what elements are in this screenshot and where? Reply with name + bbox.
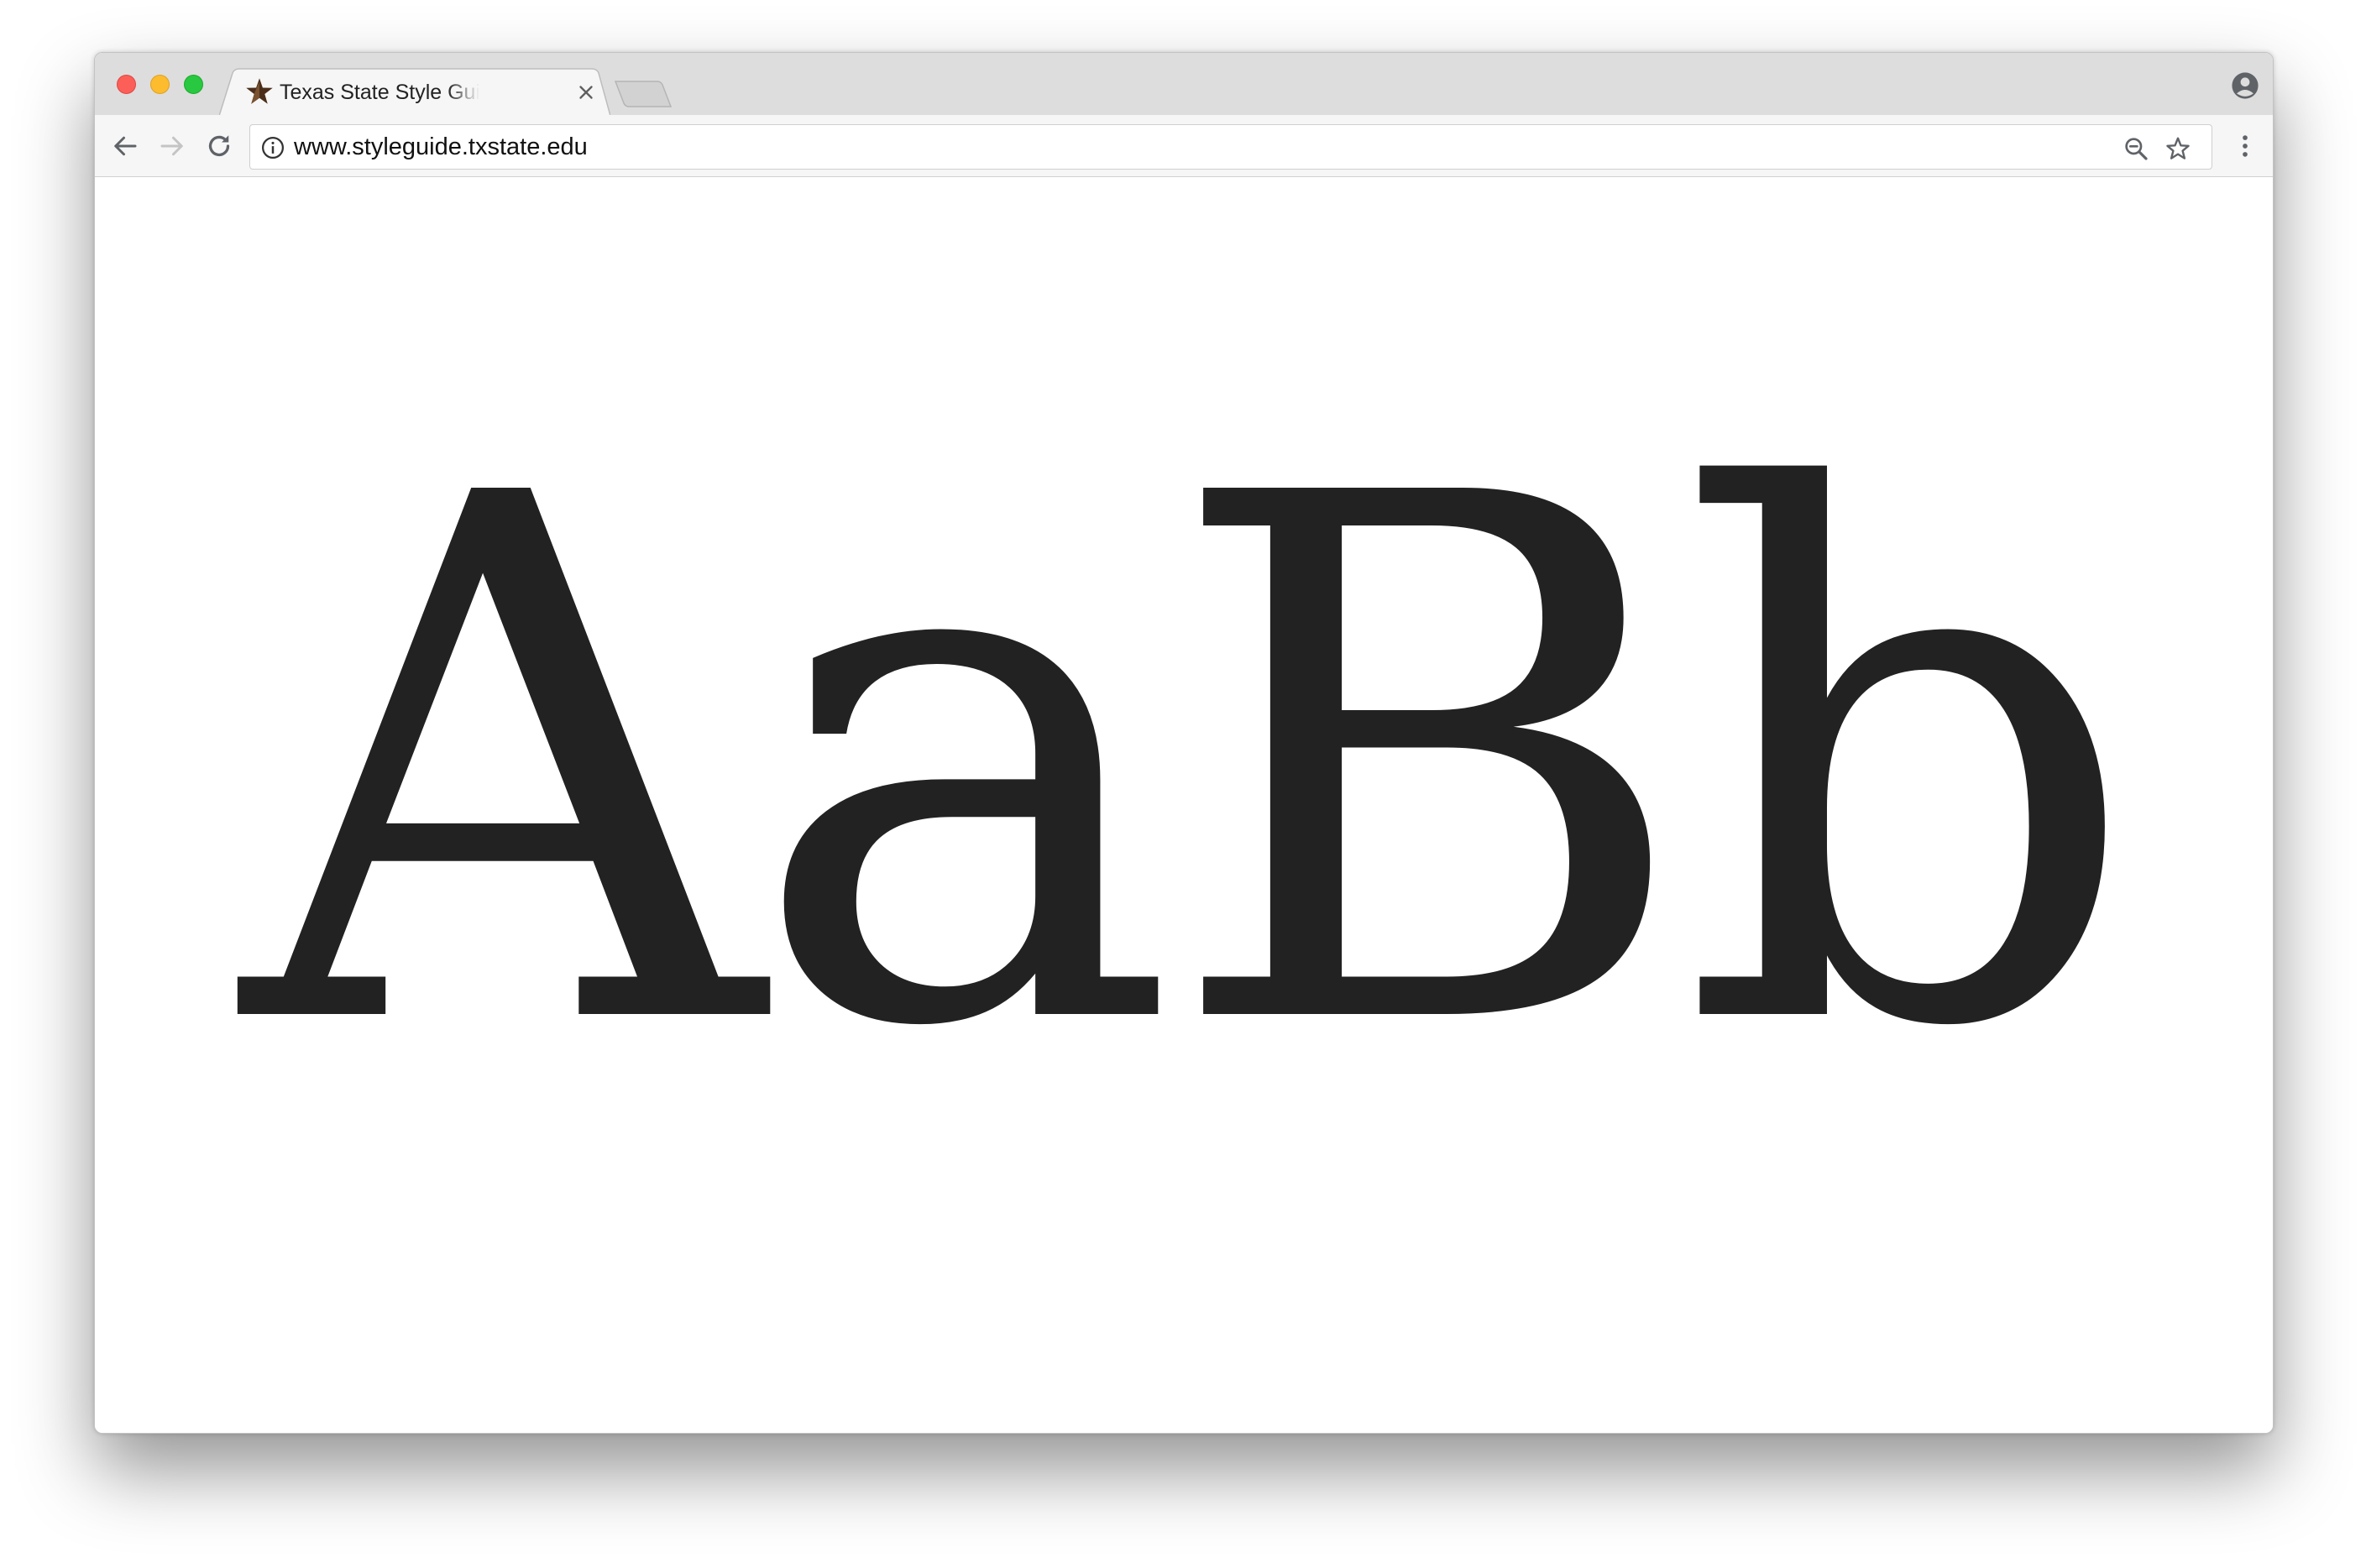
maximize-window-button[interactable]	[184, 75, 203, 94]
more-menu-icon[interactable]	[2231, 132, 2259, 160]
info-icon[interactable]	[260, 135, 285, 160]
close-window-button[interactable]	[117, 75, 136, 94]
zoom-out-icon[interactable]	[2123, 135, 2149, 162]
close-tab-icon[interactable]	[575, 81, 597, 103]
star-favicon-icon	[246, 78, 273, 104]
back-arrow-icon[interactable]	[110, 131, 140, 161]
url-text[interactable]: www.styleguide.txstate.edu	[294, 125, 588, 169]
profile-avatar-icon[interactable]	[2231, 71, 2259, 100]
tab-strip: Texas State Style Guide : Texas State Un…	[95, 53, 2273, 117]
minimize-window-button[interactable]	[150, 75, 170, 94]
type-specimen: AaBb	[241, 344, 2141, 1184]
bookmark-star-icon[interactable]	[2164, 135, 2191, 162]
tab-title: Texas State Style Guide : Texas State Un…	[280, 81, 479, 104]
reload-icon[interactable]	[204, 131, 234, 161]
new-tab-button[interactable]	[614, 80, 673, 108]
page-viewport: AaBb	[95, 177, 2273, 1433]
address-bar[interactable]: www.styleguide.txstate.edu	[249, 124, 2212, 170]
browser-window: Texas State Style Guide : Texas State Un…	[94, 52, 2274, 1434]
browser-toolbar: www.styleguide.txstate.edu	[95, 115, 2273, 177]
forward-arrow-icon[interactable]	[157, 131, 187, 161]
